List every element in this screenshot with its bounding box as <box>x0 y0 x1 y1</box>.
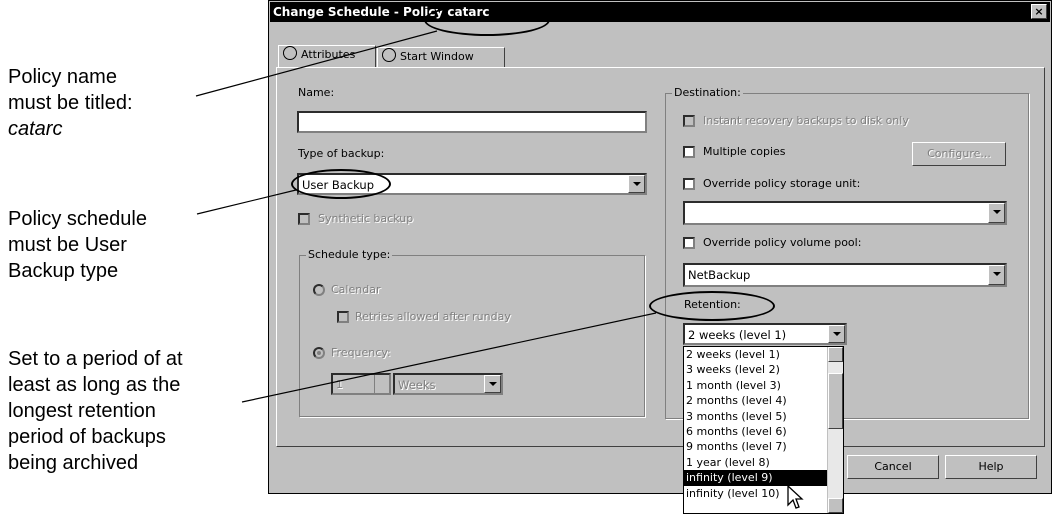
callout-line-type <box>196 189 297 215</box>
callout-lines <box>195 30 657 403</box>
callout-line-retention <box>241 312 657 403</box>
callout-line-name <box>195 30 438 97</box>
